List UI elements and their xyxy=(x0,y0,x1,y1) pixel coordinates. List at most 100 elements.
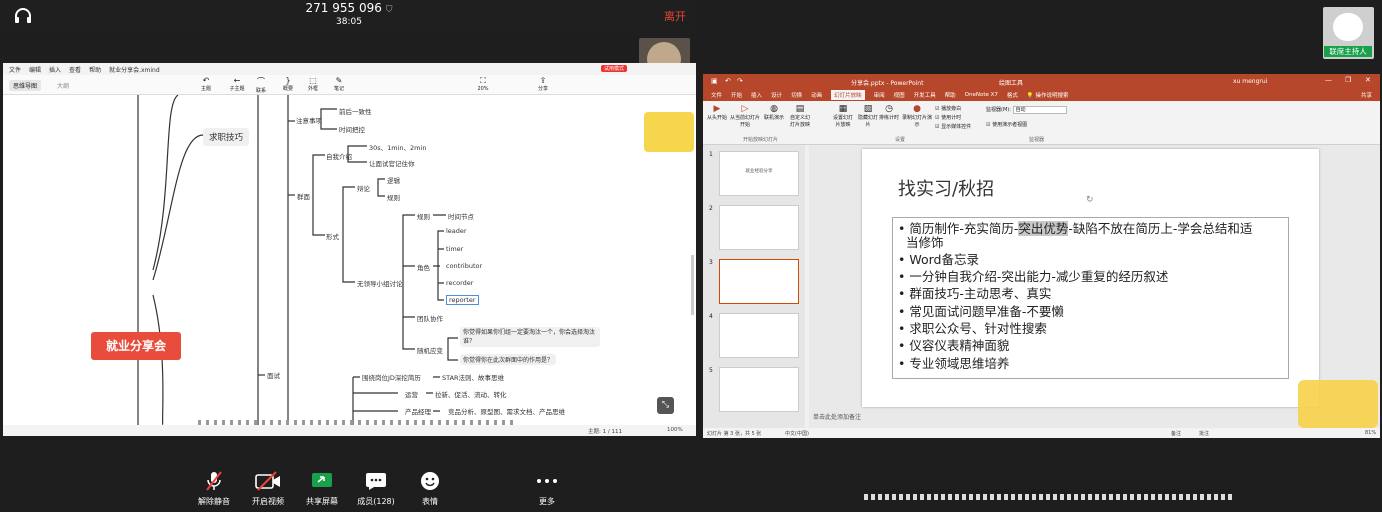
tool-relationship[interactable]: ⌒ 联系 xyxy=(253,76,269,94)
node-contributor[interactable]: contributor xyxy=(446,262,482,270)
share-screen-button[interactable]: 共享屏幕 xyxy=(294,470,350,507)
tab-mindmap[interactable]: 思维导图 xyxy=(9,80,42,91)
tab-developer[interactable]: 开发工具 xyxy=(914,91,936,99)
emoji-button[interactable]: 表情 xyxy=(402,470,458,507)
slide-thumbnail-4[interactable] xyxy=(719,313,799,358)
btn-setup-show[interactable]: ▦ 设置幻灯片放映 xyxy=(831,104,855,128)
more-button[interactable]: 更多 xyxy=(519,470,575,507)
slide-thumbnail-2[interactable] xyxy=(719,205,799,250)
node-logic[interactable]: 逻辑 xyxy=(387,175,400,185)
node-ops-skills[interactable]: 拉新、促活、流动、转化 xyxy=(435,389,507,399)
tab-review[interactable]: 审阅 xyxy=(874,91,885,99)
tab-insert[interactable]: 插入 xyxy=(751,91,762,99)
tab-help[interactable]: 帮助 xyxy=(945,91,956,99)
slide-thumbnail-3[interactable] xyxy=(719,259,799,304)
node-timing[interactable]: 时间把控 xyxy=(339,124,365,134)
node-rules[interactable]: 规则 xyxy=(387,192,400,202)
node-reporter[interactable]: reporter xyxy=(446,295,479,305)
vertical-scrollbar[interactable] xyxy=(691,255,694,315)
notes-placeholder[interactable]: 单击此处添加备注 xyxy=(813,412,861,421)
node-interview[interactable]: 面试 xyxy=(267,370,280,380)
node-rule[interactable]: 规则 xyxy=(417,211,430,221)
tool-share[interactable]: ⇪ 分享 xyxy=(535,76,551,92)
root-node[interactable]: 就业分享会 xyxy=(91,332,181,360)
tool-boundary[interactable]: ⬚ 外框 xyxy=(305,76,321,92)
node-timer[interactable]: timer xyxy=(446,245,463,253)
btn-custom-show[interactable]: ▤ 自定义幻灯片放映 xyxy=(788,104,812,128)
tool-summary[interactable]: } 概要 xyxy=(280,76,296,92)
tab-animations[interactable]: 动画 xyxy=(811,91,822,99)
node-leaderless[interactable]: 无领导小组讨论 xyxy=(357,278,403,288)
btn-from-beginning[interactable]: ▶ 从头开始 xyxy=(705,104,729,121)
tab-format[interactable]: 格式 xyxy=(1007,91,1018,99)
menu-edit[interactable]: 编辑 xyxy=(29,65,41,74)
menu-view[interactable]: 查看 xyxy=(69,65,81,74)
tab-onenote[interactable]: OneNote X7 xyxy=(965,92,998,98)
redo-icon[interactable]: ↷ xyxy=(737,77,743,85)
slide-title[interactable]: 找实习/秋招 xyxy=(898,175,994,201)
comments-toggle[interactable]: 批注 xyxy=(1199,430,1209,437)
tool-topic[interactable]: ↶ 主题 xyxy=(198,76,214,92)
share-button[interactable]: 共享 xyxy=(1361,91,1372,99)
members-button[interactable]: 成员(128) xyxy=(348,470,404,507)
slide-thumbnail-5[interactable] xyxy=(719,367,799,412)
node-attention[interactable]: 注意事项 xyxy=(296,115,322,125)
btn-rehearse[interactable]: ◷ 排练计时 xyxy=(879,104,899,121)
node-pm[interactable]: 产品经理 xyxy=(405,406,431,416)
tool-notes[interactable]: ✎ 笔记 xyxy=(331,76,347,92)
tool-subtopic[interactable]: ← 子主题 xyxy=(227,76,247,92)
node-question-1[interactable]: 你觉得如果你们组一定要淘汰一个，你会选择淘汰谁？ xyxy=(460,327,600,347)
save-icon[interactable]: ▣ xyxy=(711,77,718,85)
check-timings[interactable]: ☑ 使用计时 xyxy=(935,114,961,121)
expand-icon[interactable]: ⤡ xyxy=(657,397,674,414)
btn-record[interactable]: ● 录制幻灯片演示 xyxy=(902,104,932,128)
notes-toggle[interactable]: 备注 xyxy=(1171,430,1181,437)
close-icon[interactable]: ✕ xyxy=(1365,76,1371,84)
slide-thumbnail-1[interactable]: 就业经验分享 xyxy=(719,151,799,196)
tab-design[interactable]: 设计 xyxy=(771,91,782,99)
node-remember[interactable]: 让面试官记住你 xyxy=(369,158,415,168)
btn-online-present[interactable]: ◍ 联机演示 xyxy=(763,104,785,121)
node-question-2[interactable]: 你觉得你在此次群面中的作用是？ xyxy=(460,354,557,365)
node-debate[interactable]: 辩论 xyxy=(357,183,370,193)
node-times[interactable]: 30s、1min、2min xyxy=(369,142,426,152)
tab-slideshow[interactable]: 幻灯片放映 xyxy=(831,90,865,100)
check-narration[interactable]: ☑ 播放旁白 xyxy=(935,105,961,112)
tab-transitions[interactable]: 切换 xyxy=(791,91,802,99)
monitor-select[interactable]: 监视器(M): 自动 xyxy=(986,106,1067,114)
zoom-percent[interactable]: 81% xyxy=(1365,430,1376,436)
node-teamwork[interactable]: 团队协作 xyxy=(417,313,443,323)
node-ops[interactable]: 运营 xyxy=(405,389,418,399)
node-leader[interactable]: leader xyxy=(446,227,467,235)
minimize-icon[interactable]: — xyxy=(1325,76,1332,84)
btn-hide-slide[interactable]: ▧ 隐藏幻灯片 xyxy=(858,104,878,128)
node-recorder[interactable]: recorder xyxy=(446,279,473,287)
participant-video-tile-right[interactable]: 联席主持人 xyxy=(1323,7,1374,59)
node-role[interactable]: 角色 xyxy=(417,262,430,272)
node-form[interactable]: 形式 xyxy=(326,231,339,241)
btn-from-current[interactable]: ▷ 从当前幻灯片开始 xyxy=(730,104,760,128)
mute-button[interactable]: 解除静音 xyxy=(186,470,242,507)
node-pm-skills[interactable]: 竞品分析、原型图、需求文档、产品思维 xyxy=(448,406,565,416)
menu-insert[interactable]: 插入 xyxy=(49,65,61,74)
start-video-button[interactable]: 开启视频 xyxy=(240,470,296,507)
leave-button[interactable]: 离开 xyxy=(664,8,686,24)
mindmap-canvas[interactable]: 就业分享会 求职技巧 注意事项 前后一致性 时间把控 群面 自我介绍 30s、1… xyxy=(3,95,696,425)
undo-icon[interactable]: ↶ xyxy=(725,77,731,85)
node-random[interactable]: 随机应变 xyxy=(417,345,443,355)
tool-zoom[interactable]: ⛶ 20% xyxy=(475,76,491,92)
tab-outline[interactable]: 大纲 xyxy=(57,81,69,90)
current-slide[interactable]: 找实习/秋招 • 简历制作-充实简历-突出优势-缺陷不放在简历上-学会总结和适 … xyxy=(862,149,1319,407)
node-time-node[interactable]: 时间节点 xyxy=(448,211,474,221)
menu-help[interactable]: 帮助 xyxy=(89,65,101,74)
rotate-handle-icon[interactable]: ↻ xyxy=(1086,195,1094,205)
trial-badge[interactable]: 试用模式 xyxy=(601,65,628,72)
node-star[interactable]: 围绕岗位JD深挖简历 xyxy=(362,372,421,382)
check-presenter-view[interactable]: ☑ 使用演示者视图 xyxy=(986,121,1027,128)
node-group-interview[interactable]: 群面 xyxy=(297,191,310,201)
branch-job-skills[interactable]: 求职技巧 xyxy=(203,128,250,146)
node-self-intro[interactable]: 自我介绍 xyxy=(326,151,352,161)
page-indicator[interactable] xyxy=(864,494,1234,500)
tab-home[interactable]: 开始 xyxy=(731,91,742,99)
node-consistency[interactable]: 前后一致性 xyxy=(339,106,372,116)
